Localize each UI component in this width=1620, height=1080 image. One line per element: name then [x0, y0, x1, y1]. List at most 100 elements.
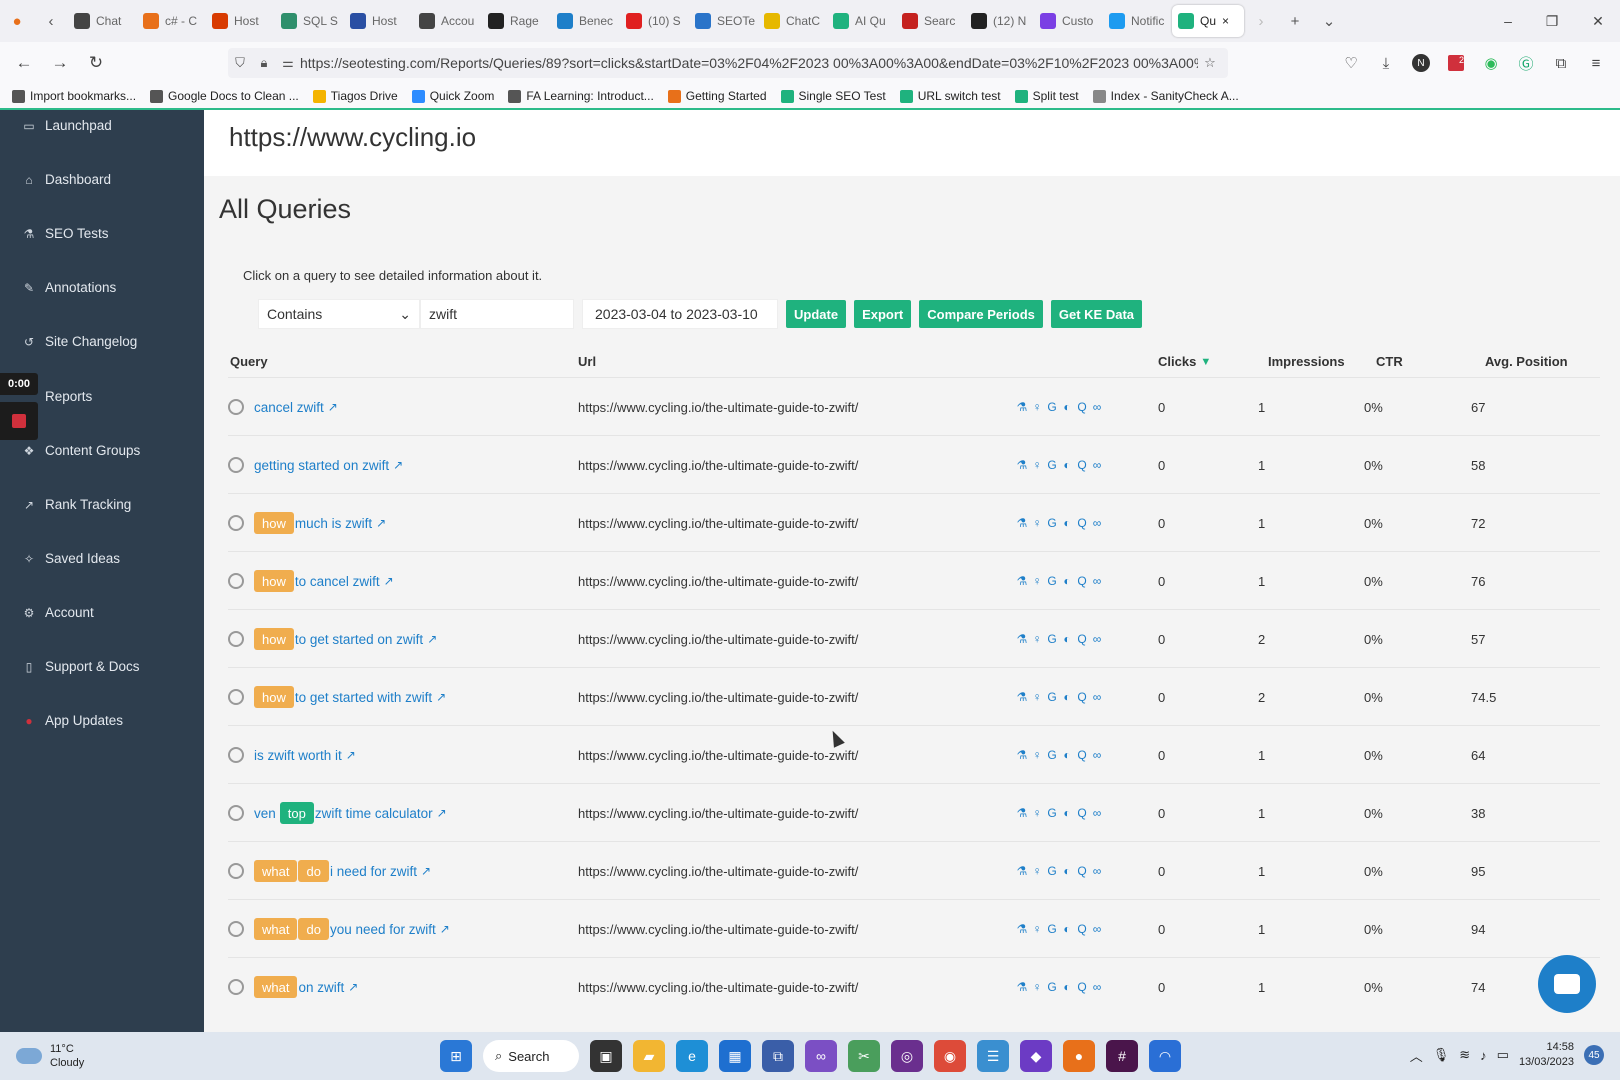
magnify-icon[interactable]: Q — [1076, 516, 1088, 530]
pocket-icon[interactable]: ♡ — [1338, 50, 1364, 76]
back-icon[interactable]: ← — [6, 47, 42, 79]
bookmark-item[interactable]: Index - SanityCheck A... — [1092, 89, 1239, 103]
bulb-icon[interactable]: ♀ — [1031, 690, 1043, 704]
grammarly-icon[interactable]: Ⓖ — [1513, 50, 1539, 76]
clock[interactable]: 14:58 13/03/2023 — [1519, 1040, 1574, 1070]
link-icon[interactable]: ∞ — [1091, 400, 1103, 414]
browser-tab[interactable]: SQL S — [275, 5, 344, 37]
col-header-query[interactable]: Query — [230, 354, 268, 369]
query-link[interactable]: what do you need for zwift ↗ — [254, 918, 450, 940]
notepad-icon[interactable]: ☰ — [977, 1040, 1009, 1072]
table-row[interactable]: how to cancel zwift ↗ https://www.cycling.i… — [228, 551, 1600, 609]
sidebar-item-rank-tracking[interactable]: ↗ Rank Tracking — [22, 497, 131, 512]
bulb-icon[interactable]: ♀ — [1031, 400, 1043, 414]
google-icon[interactable]: G — [1046, 690, 1058, 704]
magnify-icon[interactable]: Q — [1076, 574, 1088, 588]
magnify-icon[interactable]: Q — [1076, 922, 1088, 936]
browser-tab[interactable]: Notific — [1103, 5, 1172, 37]
search-console-icon[interactable]: ◐ — [1061, 980, 1073, 994]
flask-icon[interactable]: ⚗ — [1016, 922, 1028, 936]
external-link-icon[interactable]: ↗ — [421, 864, 431, 878]
browser-tab[interactable]: (10) S — [620, 5, 689, 37]
flask-icon[interactable]: ⚗ — [1016, 980, 1028, 994]
table-row[interactable]: cancel zwift ↗ https://www.cycling.io/the-… — [228, 377, 1600, 435]
windows-start-icon[interactable]: ⊞ — [440, 1040, 472, 1072]
col-header-impressions[interactable]: Impressions — [1268, 354, 1345, 369]
bulb-icon[interactable]: ♀ — [1031, 980, 1043, 994]
forward-icon[interactable]: → — [42, 47, 78, 79]
magnify-icon[interactable]: Q — [1076, 690, 1088, 704]
magnify-icon[interactable]: Q — [1076, 806, 1088, 820]
get-ke-data-button[interactable]: Get KE Data — [1050, 300, 1143, 328]
search-console-icon[interactable]: ◐ — [1061, 632, 1073, 646]
arc-app-icon[interactable]: ◠ — [1149, 1040, 1181, 1072]
search-console-icon[interactable]: ◐ — [1061, 748, 1073, 762]
bulb-icon[interactable]: ♀ — [1031, 458, 1043, 472]
bookmark-item[interactable]: Google Docs to Clean ... — [150, 89, 299, 103]
tracking-protection-icon[interactable]: ⛉ — [228, 55, 252, 71]
magnify-icon[interactable]: Q — [1076, 864, 1088, 878]
lock-icon[interactable]: 🔒︎ — [252, 55, 276, 71]
compare-periods-button[interactable]: Compare Periods — [919, 300, 1043, 328]
weather-widget[interactable]: 11°C Cloudy — [16, 1042, 84, 1070]
query-link[interactable]: how to get started with zwift ↗ — [254, 686, 446, 708]
recording-stop-button[interactable] — [0, 402, 38, 440]
google-icon[interactable]: G — [1046, 516, 1058, 530]
bookmark-item[interactable]: Import bookmarks... — [12, 89, 136, 103]
magnify-icon[interactable]: Q — [1076, 632, 1088, 646]
sidebar-item-dashboard[interactable]: ⌂ Dashboard — [22, 172, 111, 187]
openai-icon[interactable] — [228, 457, 244, 473]
taskbar-search[interactable]: ⌕ Search — [483, 1040, 579, 1072]
bookmark-star-icon[interactable]: ☆ — [1198, 55, 1222, 71]
browser-tab[interactable]: Accou — [413, 5, 482, 37]
query-link[interactable]: how to get started on zwift ↗ — [254, 628, 437, 650]
query-link[interactable]: what do i need for zwift ↗ — [254, 860, 431, 882]
external-link-icon[interactable]: ↗ — [384, 574, 394, 588]
firefox-menu-icon[interactable]: ● — [0, 4, 34, 38]
link-icon[interactable]: ∞ — [1091, 574, 1103, 588]
flask-icon[interactable]: ⚗ — [1016, 806, 1028, 820]
flask-icon[interactable]: ⚗ — [1016, 400, 1028, 414]
visual-studio-icon[interactable]: ∞ — [805, 1040, 837, 1072]
browser-tab[interactable]: Chat — [68, 5, 137, 37]
link-icon[interactable]: ∞ — [1091, 864, 1103, 878]
query-link[interactable]: what on zwift ↗ — [254, 976, 358, 998]
flask-icon[interactable]: ⚗ — [1016, 574, 1028, 588]
google-icon[interactable]: G — [1046, 864, 1058, 878]
external-link-icon[interactable]: ↗ — [376, 516, 386, 530]
minimize-icon[interactable]: – — [1486, 0, 1530, 42]
google-icon[interactable]: G — [1046, 400, 1058, 414]
sidebar-item-saved-ideas[interactable]: ✧ Saved Ideas — [22, 551, 120, 566]
openai-icon[interactable] — [228, 805, 244, 821]
google-icon[interactable]: G — [1046, 632, 1058, 646]
flask-icon[interactable]: ⚗ — [1016, 458, 1028, 472]
external-link-icon[interactable]: ↗ — [427, 632, 437, 646]
tab-list-chevron-icon[interactable]: ⌄ — [1312, 4, 1346, 38]
table-row[interactable]: getting started on zwift ↗ https://www.cyc… — [228, 435, 1600, 493]
address-bar[interactable]: ⛉ 🔒︎ ⚌ https://seotesting.com/Reports/Qu… — [228, 48, 1228, 78]
search-console-icon[interactable]: ◐ — [1061, 458, 1073, 472]
close-tab-icon[interactable]: × — [1222, 14, 1229, 28]
external-link-icon[interactable]: ↗ — [346, 748, 356, 762]
extension-green-icon[interactable]: ◉ — [1478, 50, 1504, 76]
browser-tab[interactable]: (12) N — [965, 5, 1034, 37]
url-text[interactable]: https://seotesting.com/Reports/Queries/8… — [300, 55, 1198, 71]
tab-scroll-right-icon[interactable]: › — [1244, 4, 1278, 38]
sidebar-item-launchpad[interactable]: ▭ Launchpad — [22, 118, 112, 133]
link-icon[interactable]: ∞ — [1091, 806, 1103, 820]
search-console-icon[interactable]: ◐ — [1061, 516, 1073, 530]
wifi-icon[interactable]: ≋ — [1459, 1047, 1470, 1063]
openai-icon[interactable] — [228, 863, 244, 879]
downloads-icon[interactable]: ⤓ — [1373, 50, 1399, 76]
bulb-icon[interactable]: ♀ — [1031, 748, 1043, 762]
magnify-icon[interactable]: Q — [1076, 400, 1088, 414]
update-button[interactable]: Update — [786, 300, 847, 328]
external-link-icon[interactable]: ↗ — [328, 400, 338, 414]
menu-icon[interactable]: ≡ — [1583, 50, 1609, 76]
tab-active[interactable]: Qu × — [1172, 5, 1244, 37]
openai-icon[interactable] — [228, 631, 244, 647]
sidebar-item-reports[interactable]: Reports — [45, 389, 92, 404]
browser-tab[interactable]: Rage — [482, 5, 551, 37]
permissions-icon[interactable]: ⚌ — [276, 55, 300, 71]
link-icon[interactable]: ∞ — [1091, 516, 1103, 530]
